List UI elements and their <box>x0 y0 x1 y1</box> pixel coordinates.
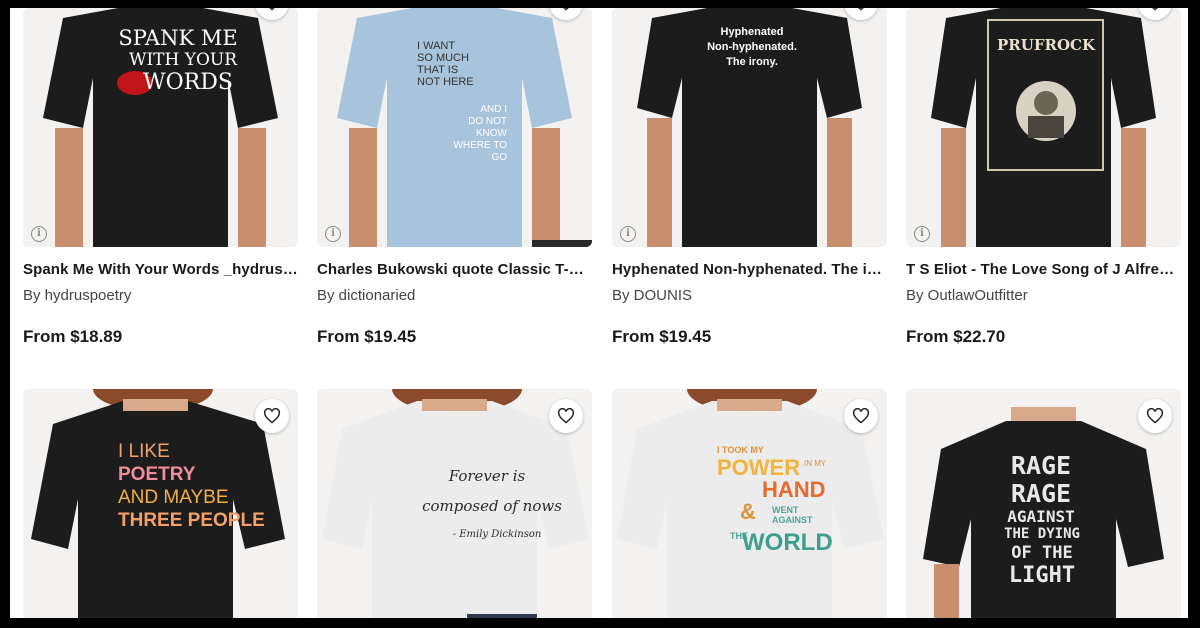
shirt-print-line: The irony. <box>726 56 778 68</box>
product-artist[interactable]: By dictionaried <box>317 287 592 304</box>
shirt-print-line: SO MUCH <box>417 52 469 64</box>
heart-icon[interactable] <box>549 399 583 433</box>
heart-icon[interactable] <box>1138 399 1172 433</box>
product-image[interactable]: RAGE RAGE AGAINST THE DYING OF THE LIGHT <box>906 389 1181 618</box>
product-artist[interactable]: By DOUNIS <box>612 287 887 304</box>
shirt-print-line: POETRY <box>118 464 196 485</box>
heart-icon[interactable] <box>844 399 878 433</box>
shirt-print-line: I WANT <box>417 40 456 52</box>
shirt-print-line: AND I <box>480 104 507 115</box>
shirt-print-line: I LIKE <box>118 441 170 462</box>
heart-icon[interactable] <box>255 399 289 433</box>
shirt-print-line: OF THE <box>1011 543 1073 563</box>
shirt-print-line: Non-hyphenated. <box>707 41 797 53</box>
shirt-print-line: WORLD <box>742 529 833 556</box>
shirt-print-line: THE DYING <box>1004 526 1080 542</box>
product-grid: SPANK ME WITH YOUR WORDS i Spank Me With… <box>10 8 1188 618</box>
shirt-print-line: WORDS <box>143 70 233 95</box>
shirt-print-line: AGAINST <box>1007 507 1075 526</box>
product-image[interactable]: I WANT SO MUCH THAT IS NOT HERE AND I DO… <box>317 8 592 247</box>
shirt-print-line: DO NOT <box>468 116 507 127</box>
product-card[interactable]: SPANK ME WITH YOUR WORDS i Spank Me With… <box>23 8 298 347</box>
product-card[interactable]: Hyphenated Non-hyphenated. The irony. i … <box>612 8 887 347</box>
shirt-print-line: AGAINST <box>772 515 813 525</box>
product-card[interactable]: I TOOK MY POWER IN MY HAND & WENT AGAINS… <box>612 389 887 618</box>
product-card[interactable]: RAGE RAGE AGAINST THE DYING OF THE LIGHT <box>906 389 1181 618</box>
shirt-print-line: GO <box>491 152 507 163</box>
info-icon[interactable]: i <box>325 226 341 242</box>
product-title[interactable]: T S Eliot - The Love Song of J Alfred Pr… <box>906 261 1181 278</box>
shirt-print-line: WHERE TO <box>453 140 507 151</box>
product-title[interactable]: Charles Bukowski quote Classic T-Shirt <box>317 261 592 278</box>
product-image[interactable]: I TOOK MY POWER IN MY HAND & WENT AGAINS… <box>612 389 887 618</box>
shirt-print-line: & <box>740 499 756 524</box>
shirt-print-line: NOT HERE <box>417 76 474 88</box>
shirt-print-line: WITH YOUR <box>128 50 238 70</box>
product-price: From $18.89 <box>23 327 123 346</box>
shirt-print-line: IN MY <box>804 459 827 468</box>
product-artist[interactable]: By OutlawOutfitter <box>906 287 1181 304</box>
product-title[interactable]: Spank Me With Your Words _hydruspoetry C… <box>23 261 298 278</box>
product-artist[interactable]: By hydruspoetry <box>23 287 298 304</box>
product-card[interactable]: Forever is composed of nows - Emily Dick… <box>317 389 592 618</box>
product-card[interactable]: I LIKE POETRY AND MAYBE THREE PEOPLE <box>23 389 298 618</box>
product-image[interactable]: Hyphenated Non-hyphenated. The irony. i <box>612 8 887 247</box>
product-image[interactable]: SPANK ME WITH YOUR WORDS i <box>23 8 298 247</box>
product-card[interactable]: I WANT SO MUCH THAT IS NOT HERE AND I DO… <box>317 8 592 347</box>
product-title[interactable]: Hyphenated Non-hyphenated. The irony. Cl… <box>612 261 887 278</box>
info-icon[interactable]: i <box>31 226 47 242</box>
product-card[interactable]: PRUFROCK i T S Eliot - The Love Song of … <box>906 8 1181 347</box>
shirt-print-line: composed of nows <box>422 497 562 515</box>
info-icon[interactable]: i <box>914 226 930 242</box>
product-price: From $22.70 <box>906 327 1006 346</box>
shirt-print-line: KNOW <box>475 128 507 139</box>
shirt-print-line: AND MAYBE <box>118 487 229 508</box>
shirt-print-line: SPANK ME <box>118 26 238 50</box>
product-image[interactable]: Forever is composed of nows - Emily Dick… <box>317 389 592 618</box>
shirt-print-line: THAT IS <box>417 64 459 76</box>
shirt-print-line: WENT <box>772 505 799 515</box>
shirt-print-line: HAND <box>762 477 826 502</box>
shirt-print-line: - Emily Dickinson <box>452 529 542 540</box>
shirt-print-line: RAGE <box>1010 479 1072 508</box>
shirt-print-line: PRUFROCK <box>997 36 1095 54</box>
info-icon[interactable]: i <box>620 226 636 242</box>
shirt-print-line: LIGHT <box>1008 563 1076 588</box>
shirt-print-line: THREE PEOPLE <box>118 510 265 531</box>
shirt-print-line: Forever is <box>448 467 526 485</box>
product-price: From $19.45 <box>317 327 417 346</box>
shirt-print-line: I TOOK MY <box>717 445 764 455</box>
product-image[interactable]: I LIKE POETRY AND MAYBE THREE PEOPLE <box>23 389 298 618</box>
shirt-print-line: Hyphenated <box>720 26 784 38</box>
shirt-print-line: RAGE <box>1010 451 1072 480</box>
product-image[interactable]: PRUFROCK i <box>906 8 1181 247</box>
product-price: From $19.45 <box>612 327 712 346</box>
